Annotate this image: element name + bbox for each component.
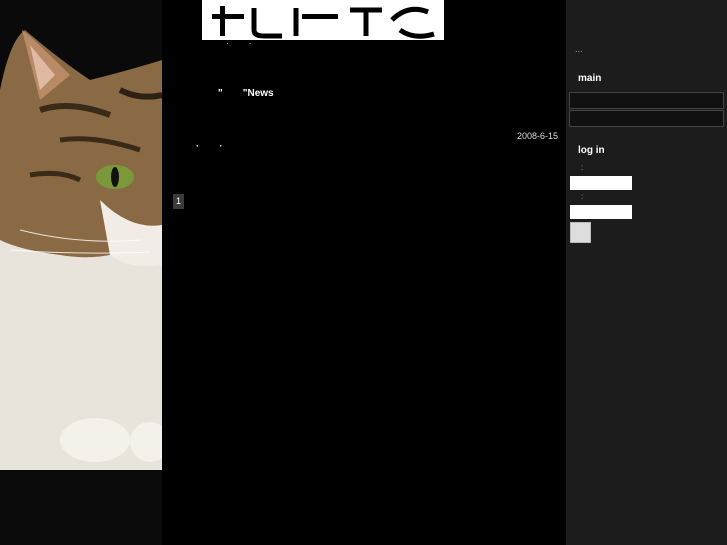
logo-caption: · · xyxy=(226,39,261,48)
login-button[interactable] xyxy=(570,222,591,243)
main-menu-heading: main xyxy=(578,73,602,84)
username-field[interactable] xyxy=(570,176,632,190)
cat-photo xyxy=(0,0,162,545)
login-heading: log in xyxy=(578,145,605,156)
sidebar-top-text: ... xyxy=(575,44,583,54)
sidebar: ... main log in : : xyxy=(566,0,727,545)
pagination-page-1[interactable]: 1 xyxy=(173,194,184,209)
site-logo[interactable] xyxy=(202,0,444,40)
news-open-quote: " xyxy=(218,88,223,99)
username-label: : xyxy=(581,163,584,172)
entry-body: · · xyxy=(196,141,232,151)
password-field[interactable] xyxy=(570,205,632,219)
news-title-text: "News xyxy=(242,88,274,99)
main-menu-item-2[interactable] xyxy=(569,110,724,127)
password-label: : xyxy=(581,192,584,201)
main-content: · · " "News 2008-6-15 · · 1 xyxy=(162,0,566,545)
main-menu-item-1[interactable] xyxy=(569,92,724,109)
news-title[interactable]: " "News xyxy=(218,88,274,99)
entry-date: 2008-6-15 xyxy=(516,131,558,141)
